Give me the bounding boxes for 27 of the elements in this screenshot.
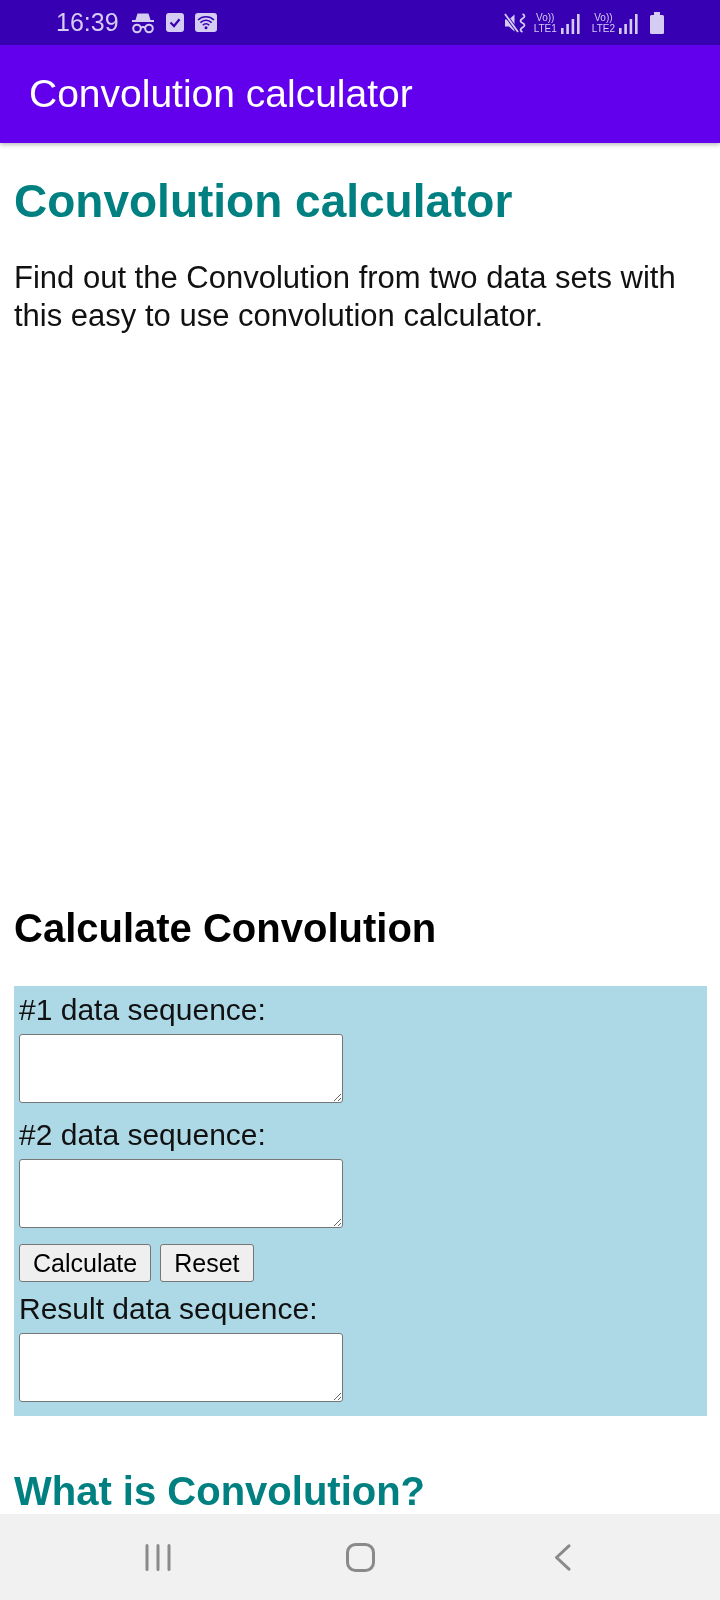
battery-icon xyxy=(650,11,664,34)
result-label: Result data sequence: xyxy=(19,1293,318,1325)
wifi-icon xyxy=(194,13,217,32)
hat-glasses-icon xyxy=(130,11,155,34)
page-title: Convolution calculator xyxy=(14,174,513,228)
field-label: #2 data sequence: xyxy=(19,1119,266,1151)
volte-label: Vo)) xyxy=(594,11,613,23)
calculate-button[interactable]: Calculate xyxy=(19,1244,152,1282)
field-label: #1 data sequence: xyxy=(19,994,266,1026)
volte-label: Vo)) xyxy=(536,11,555,23)
status-time: 16:39 xyxy=(56,10,119,35)
check-square-icon xyxy=(165,13,184,32)
app-bar-title: Convolution calculator xyxy=(29,71,413,117)
network-type-label: LTE1 xyxy=(533,22,557,34)
signal-bars-icon xyxy=(619,13,638,34)
section-title: Calculate Convolution xyxy=(14,905,437,952)
recent-apps-icon[interactable] xyxy=(145,1543,171,1571)
intro-text: Find out the Convolution from two data sets with this easy to use convolution calculator. xyxy=(14,259,677,335)
reset-button[interactable]: Reset xyxy=(160,1244,254,1282)
home-icon[interactable] xyxy=(345,1542,375,1572)
back-icon[interactable] xyxy=(553,1543,571,1571)
sequence-input-field[interactable] xyxy=(19,1034,343,1103)
result-output-field[interactable] xyxy=(19,1333,343,1402)
section-title: What is Convolution? xyxy=(14,1470,426,1513)
signal-bars-icon xyxy=(560,13,580,34)
sequence-input-field[interactable] xyxy=(19,1159,343,1228)
network-type-label: LTE2 xyxy=(591,22,615,34)
